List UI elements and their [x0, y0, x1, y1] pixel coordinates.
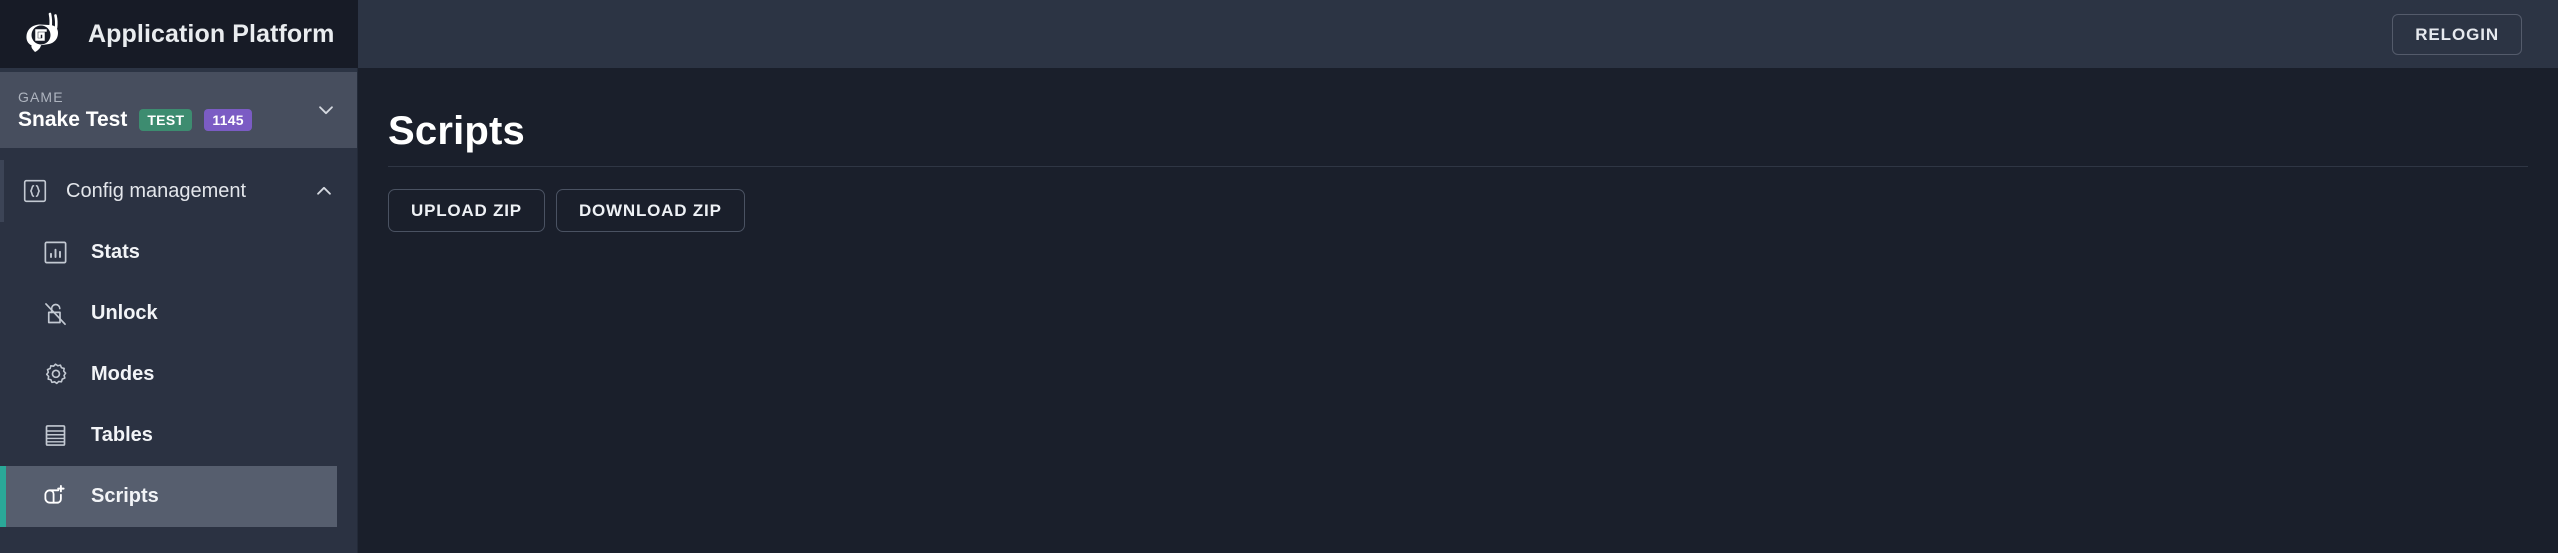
top-bar-actions: RELOGIN — [2392, 0, 2558, 68]
chevron-down-icon — [315, 99, 337, 121]
scripts-content-area — [388, 232, 2558, 242]
top-bar: Application Platform RELOGIN — [0, 0, 2558, 68]
gear-icon — [42, 361, 69, 388]
unlock-slash-icon — [42, 300, 69, 327]
bar-chart-box-icon — [42, 239, 69, 266]
chevron-up-icon[interactable] — [313, 180, 335, 202]
app-root: Application Platform RELOGIN GAME Snake … — [0, 0, 2558, 553]
page-title: Scripts — [388, 110, 2528, 167]
sidebar-item-label: Modes — [91, 363, 155, 385]
table-rows-icon — [42, 422, 69, 449]
sidebar-item-tables[interactable]: Tables — [0, 405, 337, 466]
top-bar-spacer — [358, 0, 2392, 68]
game-selector-texts: GAME Snake Test TEST 1145 — [18, 90, 315, 131]
game-selector[interactable]: GAME Snake Test TEST 1145 — [0, 68, 357, 148]
upload-zip-button[interactable]: UPLOAD ZIP — [388, 189, 545, 232]
sidebar-item-unlock[interactable]: Unlock — [0, 283, 337, 344]
body-row: GAME Snake Test TEST 1145 Config managem… — [0, 68, 2558, 553]
main-content: Scripts UPLOAD ZIP DOWNLOAD ZIP — [358, 68, 2558, 553]
brand-title: Application Platform — [88, 19, 335, 48]
sidebar-item-scripts[interactable]: Scripts — [0, 466, 337, 527]
sidebar-item-label: Scripts — [91, 485, 159, 507]
sidebar-item-label: Tables — [91, 424, 153, 446]
game-row: Snake Test TEST 1145 — [18, 108, 315, 131]
game-name: Snake Test — [18, 108, 128, 131]
sidebar-group-label: Config management — [66, 179, 247, 202]
brand-area: Application Platform — [0, 0, 358, 68]
game-label: GAME — [18, 88, 64, 105]
sidebar-item-modes[interactable]: Modes — [0, 344, 337, 405]
sidebar-nav: Config management Stats Unlock Modes Tab… — [0, 148, 357, 553]
relogin-button[interactable]: RELOGIN — [2392, 13, 2522, 55]
sidebar-item-label: Stats — [91, 241, 140, 263]
script-add-icon — [42, 483, 69, 510]
scripts-toolbar: UPLOAD ZIP DOWNLOAD ZIP — [388, 189, 2558, 232]
sidebar-group-config-management[interactable]: Config management — [0, 160, 357, 222]
sidebar: GAME Snake Test TEST 1145 Config managem… — [0, 68, 358, 553]
snail-logo-icon — [22, 10, 70, 58]
status-badge-id: 1145 — [204, 108, 252, 131]
braces-icon — [22, 178, 48, 204]
sidebar-item-label: Unlock — [91, 302, 158, 324]
sidebar-item-stats[interactable]: Stats — [0, 222, 337, 283]
download-zip-button[interactable]: DOWNLOAD ZIP — [555, 189, 745, 232]
status-badge-env: TEST — [139, 108, 193, 131]
